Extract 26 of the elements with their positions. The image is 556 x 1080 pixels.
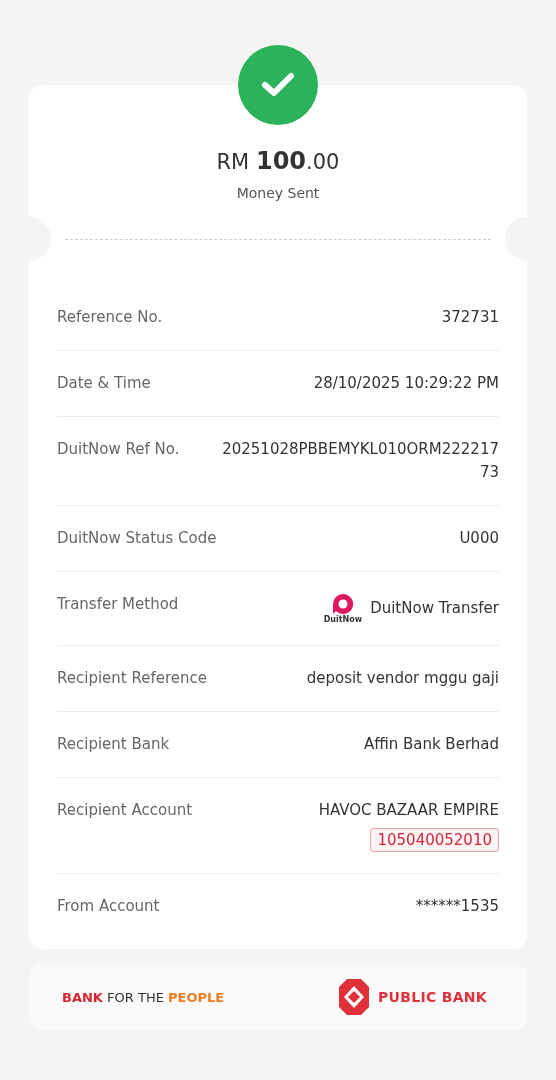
detail-label: Reference No.: [57, 307, 163, 328]
account-number: 105040052010: [370, 828, 499, 852]
amount: RM 100.00: [215, 147, 341, 175]
detail-value: 20251028PBBEMYKL010ORM22221773: [221, 439, 499, 483]
detail-label: Recipient Bank: [57, 734, 170, 755]
detail-label: Recipient Account: [57, 800, 193, 821]
detail-value: U000: [459, 528, 499, 549]
duitnow-logo-icon: [330, 593, 355, 615]
detail-value: 372731: [441, 307, 499, 328]
detail-value: Affin Bank Berhad: [363, 734, 499, 755]
detail-value: DuitNow Transfer: [370, 598, 499, 619]
bank-logo-icon: [338, 978, 371, 1016]
tagline: BANK FOR THE PEOPLE: [62, 989, 225, 1005]
detail-value: 28/10/2025 10:29:22 PM: [313, 373, 499, 394]
detail-label: Recipient Reference: [57, 668, 207, 689]
detail-label: DuitNow Ref No.: [57, 439, 180, 460]
bank-name: PUBLIC BANK: [378, 989, 487, 1005]
detail-value: ******1535: [415, 896, 499, 917]
detail-label: Transfer Method: [57, 594, 179, 615]
detail-label: Date & Time: [57, 373, 151, 394]
detail-label: DuitNow Status Code: [57, 528, 217, 549]
status-caption: Money Sent: [235, 185, 321, 201]
detail-value: HAVOC BAZAAR EMPIRE: [318, 800, 499, 821]
logo-caption: DuitNow: [323, 615, 363, 624]
detail-label: From Account: [57, 896, 160, 917]
detail-value: deposit vendor mggu gaji: [306, 668, 499, 689]
